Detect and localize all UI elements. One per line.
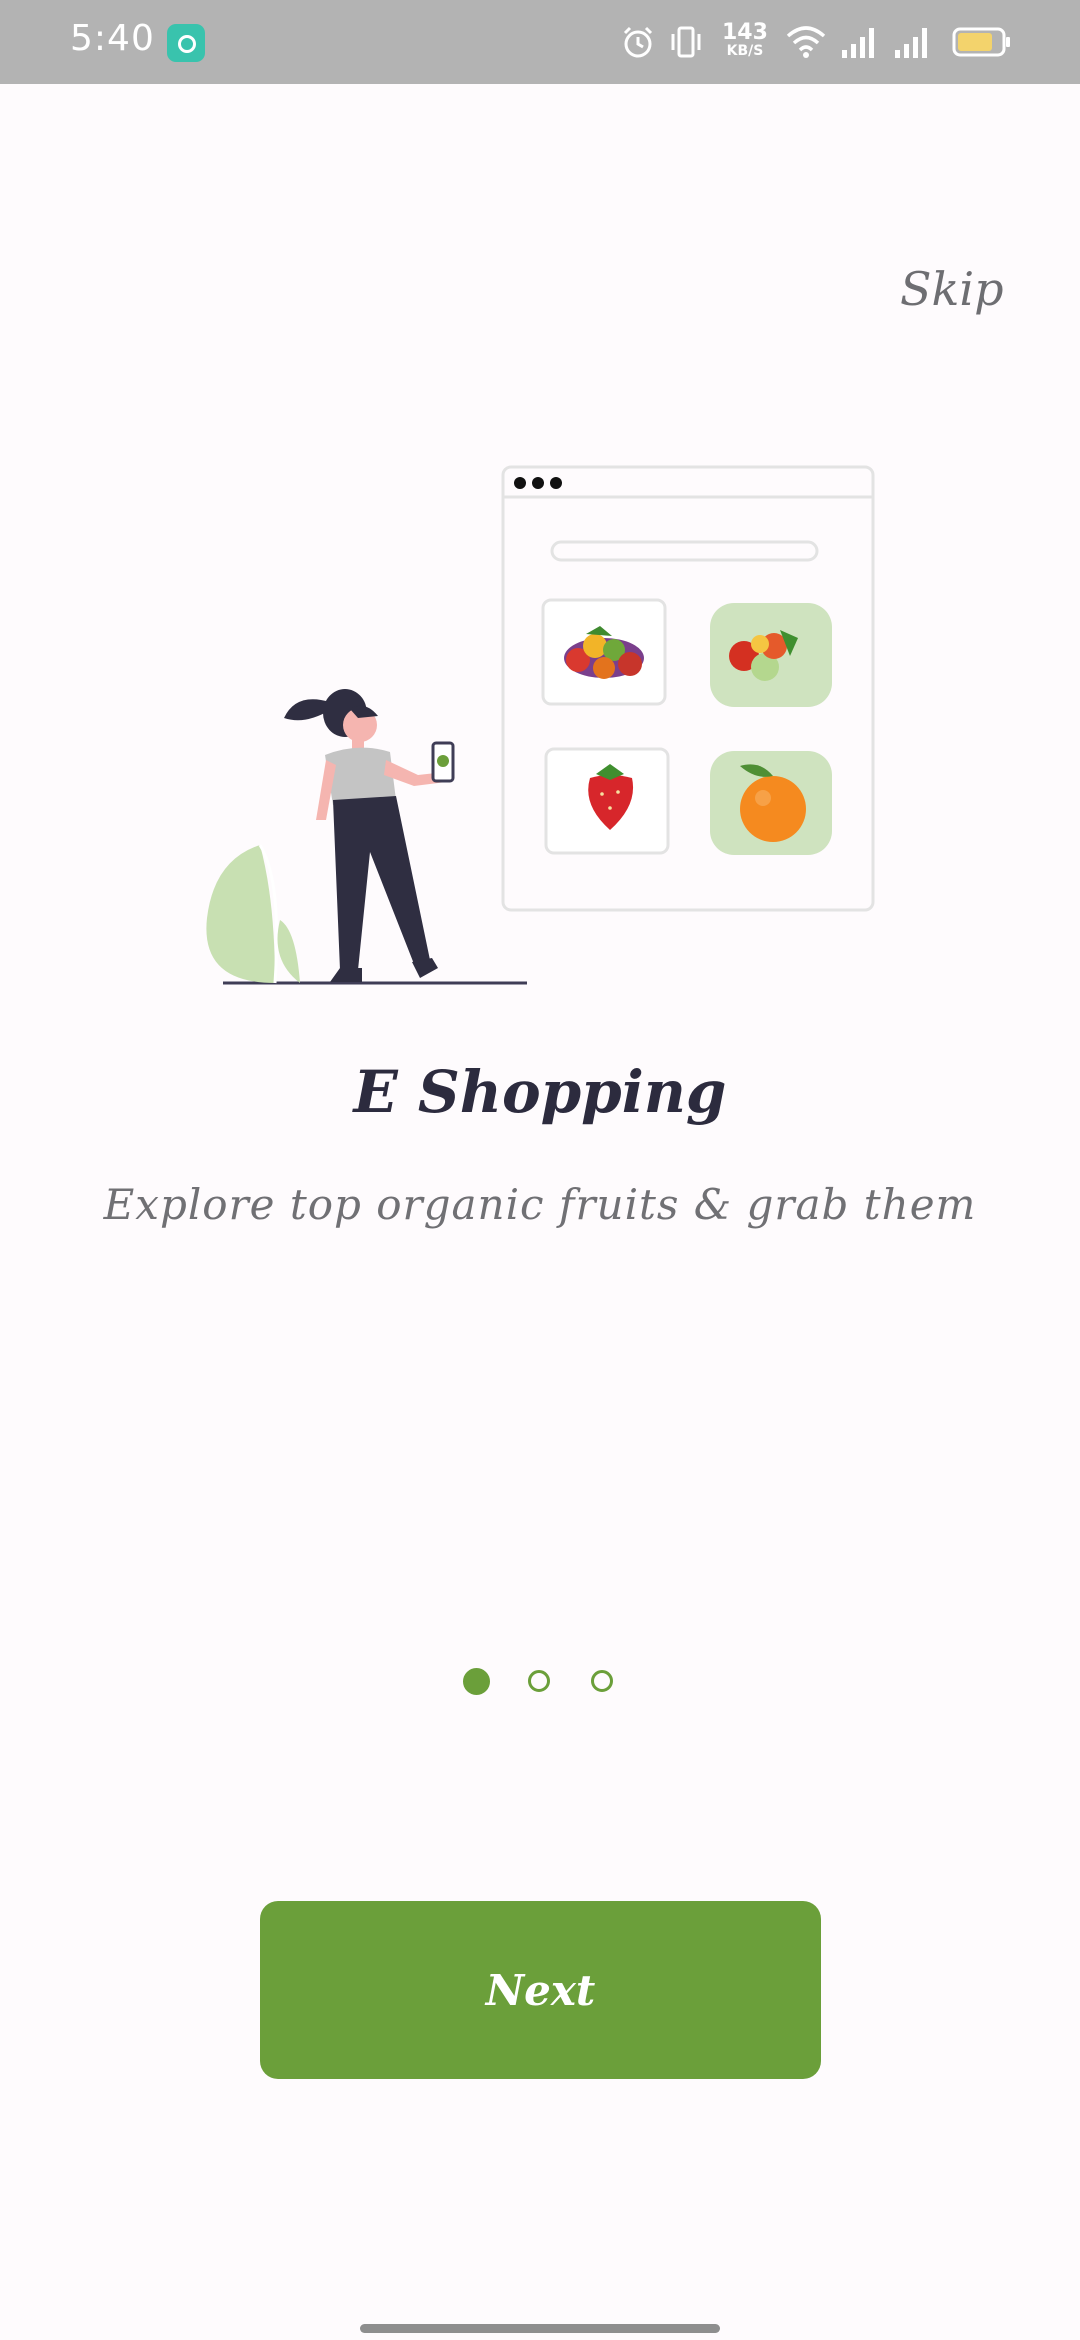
next-button[interactable]: Next: [260, 1901, 821, 2079]
vibrate-icon: [671, 26, 701, 58]
app-notification-icon: [167, 24, 205, 62]
page-dot-1[interactable]: [463, 1668, 490, 1695]
alarm-icon: [623, 26, 653, 58]
network-speed-unit: KB/S: [726, 43, 764, 59]
page-dot-3[interactable]: [591, 1670, 613, 1692]
status-time: 5:40: [70, 18, 155, 59]
network-speed-value: 143: [722, 20, 768, 45]
page-title: E Shopping: [353, 1058, 727, 1126]
wifi-icon: [786, 26, 826, 58]
home-indicator[interactable]: [360, 2324, 720, 2333]
page-indicator: [460, 1668, 620, 1702]
signal-icon: [842, 28, 874, 58]
onboarding-illustration: [206, 465, 875, 985]
page-subtitle: Explore top organic fruits & grab them: [103, 1180, 977, 1229]
page-dot-2[interactable]: [528, 1670, 550, 1692]
next-button-label: Next: [485, 1965, 596, 2015]
status-bar: 5:40 143 KB/S: [0, 0, 1080, 84]
network-speed: 143 KB/S: [722, 20, 768, 59]
battery-icon: [952, 27, 1010, 57]
skip-button[interactable]: Skip: [900, 262, 1004, 316]
signal-icon-2: [895, 28, 927, 58]
